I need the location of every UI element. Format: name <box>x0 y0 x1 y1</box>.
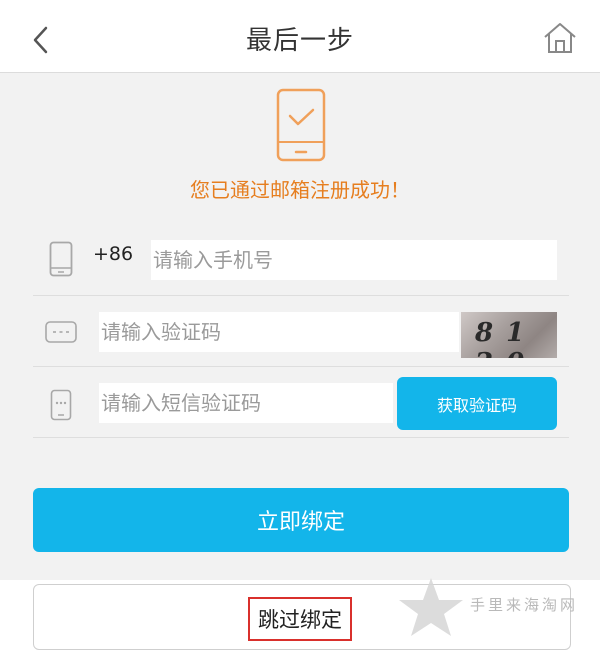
skip-area: 跳过绑定 <box>0 580 600 653</box>
captcha-input[interactable] <box>99 312 459 352</box>
mobile-phone-icon <box>49 241 73 277</box>
sms-row: 获取验证码 <box>33 367 569 438</box>
page-title: 最后一步 <box>245 26 354 56</box>
captcha-row: 8 1 2 0 <box>33 296 569 367</box>
phone-input[interactable] <box>151 240 557 280</box>
skip-button[interactable]: 跳过绑定 <box>33 584 571 650</box>
captcha-icon <box>45 321 77 343</box>
sms-phone-icon <box>50 389 72 421</box>
phone-check-icon <box>276 88 326 162</box>
bind-now-button[interactable]: 立即绑定 <box>33 488 569 552</box>
success-message: 您已通过邮箱注册成功！ <box>190 178 410 202</box>
skip-button-label: 跳过绑定 <box>248 597 352 641</box>
captcha-image-text: 8 1 2 0 <box>475 318 527 358</box>
country-code: +86 <box>93 243 134 265</box>
captcha-image[interactable]: 8 1 2 0 <box>461 312 557 358</box>
get-code-button[interactable]: 获取验证码 <box>397 377 557 430</box>
home-button[interactable] <box>542 20 578 56</box>
header-bar: 最后一步 <box>0 0 600 73</box>
sms-code-input[interactable] <box>99 383 393 423</box>
home-icon <box>544 23 576 53</box>
phone-row: +86 <box>33 225 569 296</box>
